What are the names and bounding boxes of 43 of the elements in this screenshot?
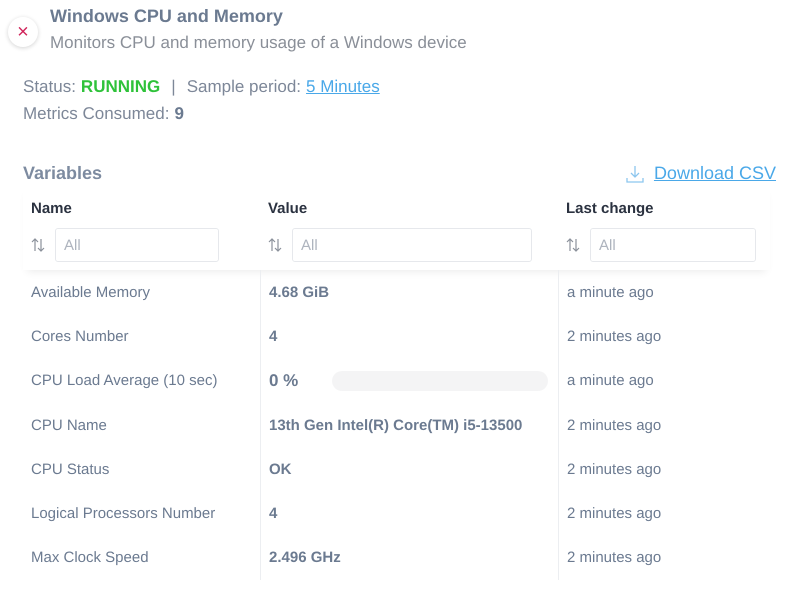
column-header: Last change [566,200,655,219]
status-value: RUNNING [80,76,160,98]
subtitle: Monitors CPU and memory usage of a Windows device [50,33,467,53]
table-cell: 2 minutes ago [558,402,770,448]
download-csv-link[interactable]: Download CSV [654,163,776,184]
table-cell: 4.68 GiB [269,284,330,301]
table-cell: a minute ago [558,270,770,314]
table-cell: 2 minutes ago [558,314,770,359]
table-cell-text: Max Clock Speed [30,548,150,568]
table-cell: 4 [269,328,278,345]
filter-field[interactable]: All [590,228,756,262]
table-cell: 2 minutes ago [558,536,770,580]
table-cell: 13th Gen Intel(R) Core(TM) i5-13500 [269,416,522,434]
close-button[interactable]: × [8,17,38,47]
sort-icon[interactable] [31,237,45,253]
table-cell: OK [269,460,292,478]
window-title: Windows CPU and Memory [50,6,284,27]
filter-field[interactable]: All [292,228,532,262]
table-cell: 0 % [269,370,298,391]
status-label: Status: [23,76,76,98]
sample-period-label: Sample period: [186,76,302,98]
column-header: Value [268,200,308,219]
table-cell-text: CPU Name [30,416,108,436]
sample-period-link[interactable]: 5 Minutes [306,73,380,100]
sort-icon[interactable] [268,237,282,253]
metrics-value: 9 [174,103,184,125]
table-cell-text: CPU Status [30,460,110,480]
table-cell-text: Logical Processors Number [30,504,216,524]
download-icon[interactable] [626,164,644,182]
filter-field[interactable]: All [55,228,219,262]
column-header: Name [31,200,73,219]
table-cell: 2 minutes ago [558,447,770,492]
metrics-label: Metrics Consumed: [23,103,170,125]
sort-icon[interactable] [566,237,580,253]
table-cell-text: Cores Number [30,326,130,347]
table-cell-text: Available Memory [30,282,151,303]
table-cell: 2.496 GHz [269,549,341,566]
separator: | [171,76,176,98]
table-cell-text: CPU Load Average (10 sec) [30,371,218,392]
table-cell: 4 [269,505,278,522]
table-cell: a minute ago [558,358,770,403]
table-cell: 2 minutes ago [558,491,770,536]
section-title: Variables [23,163,102,184]
